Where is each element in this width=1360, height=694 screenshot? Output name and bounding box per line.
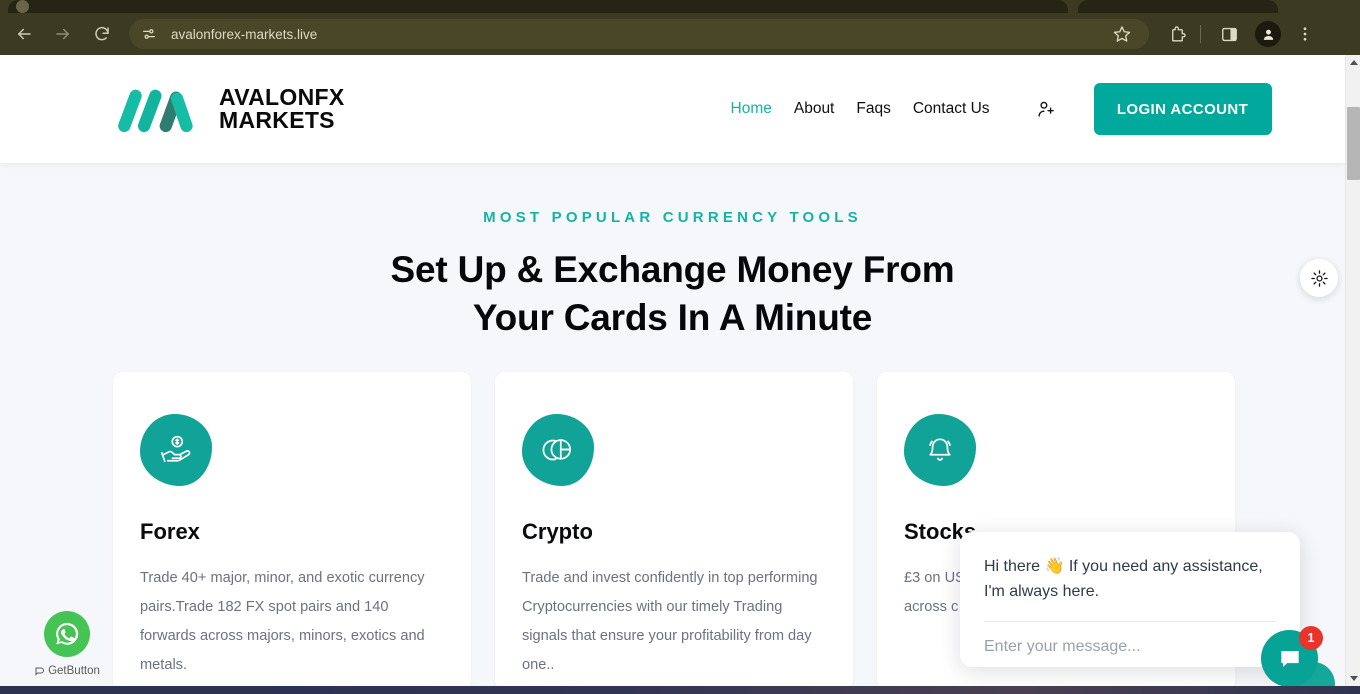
getbutton-logo-icon [35, 667, 45, 676]
toolbar-actions [1155, 17, 1320, 51]
nav-item-about[interactable]: About [794, 100, 835, 118]
chat-greeting-message: Hi there 👋 If you need any assistance, I… [984, 558, 1263, 600]
feature-card-title: Forex [140, 519, 200, 544]
chat-divider [984, 621, 1276, 622]
toolbar-divider [1200, 25, 1201, 43]
scrollbar-up-arrow[interactable] [1346, 55, 1360, 70]
hand-holding-coin-icon [140, 414, 212, 486]
feature-card-forex[interactable]: Forex Trade 40+ major, minor, and exotic… [113, 372, 471, 686]
os-taskbar [0, 686, 1360, 694]
hero-title-line-1: Set Up & Exchange Money From [390, 249, 955, 290]
page-scrollbar[interactable] [1345, 55, 1360, 686]
back-arrow-icon[interactable] [7, 17, 41, 51]
add-user-icon[interactable] [1036, 99, 1056, 119]
hero-eyebrow: MOST POPULAR CURRENCY TOOLS [483, 209, 862, 226]
browser-tab-active[interactable] [8, 0, 1068, 13]
reload-icon[interactable] [85, 17, 119, 51]
tab-favicon-icon [16, 0, 29, 13]
address-bar-url: avalonforex-markets.live [171, 26, 318, 42]
site-logo[interactable]: AVALONFX MARKETS [113, 86, 345, 132]
feature-card-body: Trade 40+ major, minor, and exotic curre… [140, 570, 425, 673]
login-account-button[interactable]: LOGIN ACCOUNT [1093, 83, 1272, 135]
scrollbar-thumb[interactable] [1347, 107, 1360, 180]
hero-title-line-2: Your Cards In A Minute [472, 297, 873, 338]
site-header: AVALONFX MARKETS Home About Faqs Contact… [0, 55, 1345, 163]
nav-item-contact-us[interactable]: Contact Us [913, 100, 990, 118]
whatsapp-icon[interactable] [44, 611, 90, 657]
logo-line-1: AVALONFX [219, 84, 345, 110]
bell-icon [904, 414, 976, 486]
getbutton-label[interactable]: GetButton [22, 665, 112, 677]
tab-strip [0, 0, 1360, 13]
feature-card-crypto[interactable]: Crypto Trade and invest confidently in t… [495, 372, 853, 686]
hero-title: Set Up & Exchange Money From Your Cards … [0, 246, 1345, 342]
nav-item-faqs[interactable]: Faqs [856, 100, 890, 118]
puzzle-piece-icon[interactable] [1160, 17, 1194, 51]
feature-card-body: Trade and invest confidently in top perf… [522, 570, 818, 673]
browser-window: avalonforex-markets.live AVALONFX MARKET… [0, 0, 1360, 694]
feature-card-title: Crypto [522, 519, 593, 544]
browser-toolbar: avalonforex-markets.live [0, 13, 1360, 55]
profile-avatar-icon[interactable] [1251, 17, 1285, 51]
site-navigation: Home About Faqs Contact Us [731, 100, 990, 118]
star-icon[interactable] [1105, 17, 1139, 51]
three-dot-menu-icon[interactable] [1290, 17, 1320, 51]
logo-line-2: MARKETS [219, 107, 335, 133]
chat-unread-badge: 1 [1299, 626, 1323, 650]
browser-tab-secondary[interactable] [1078, 0, 1278, 13]
pie-chart-icon [522, 414, 594, 486]
site-logo-text: AVALONFX MARKETS [219, 86, 345, 132]
getbutton-label-text: GetButton [48, 665, 100, 677]
forward-arrow-icon[interactable] [46, 17, 80, 51]
page-viewport: AVALONFX MARKETS Home About Faqs Contact… [0, 55, 1360, 686]
chat-panel: Hi there 👋 If you need any assistance, I… [960, 532, 1300, 667]
address-bar[interactable]: avalonforex-markets.live [129, 19, 1149, 49]
avalonfx-logo-mark [118, 89, 193, 132]
nav-item-home[interactable]: Home [731, 100, 772, 118]
hero-section: MOST POPULAR CURRENCY TOOLS Set Up & Exc… [0, 163, 1345, 342]
sun-brightness-icon[interactable] [1300, 259, 1338, 297]
side-panel-icon[interactable] [1212, 17, 1246, 51]
scrollbar-down-arrow[interactable] [1346, 671, 1360, 686]
whatsapp-widget: GetButton [22, 611, 112, 677]
chat-message-input[interactable] [984, 638, 1276, 656]
site-settings-icon[interactable] [137, 22, 161, 46]
